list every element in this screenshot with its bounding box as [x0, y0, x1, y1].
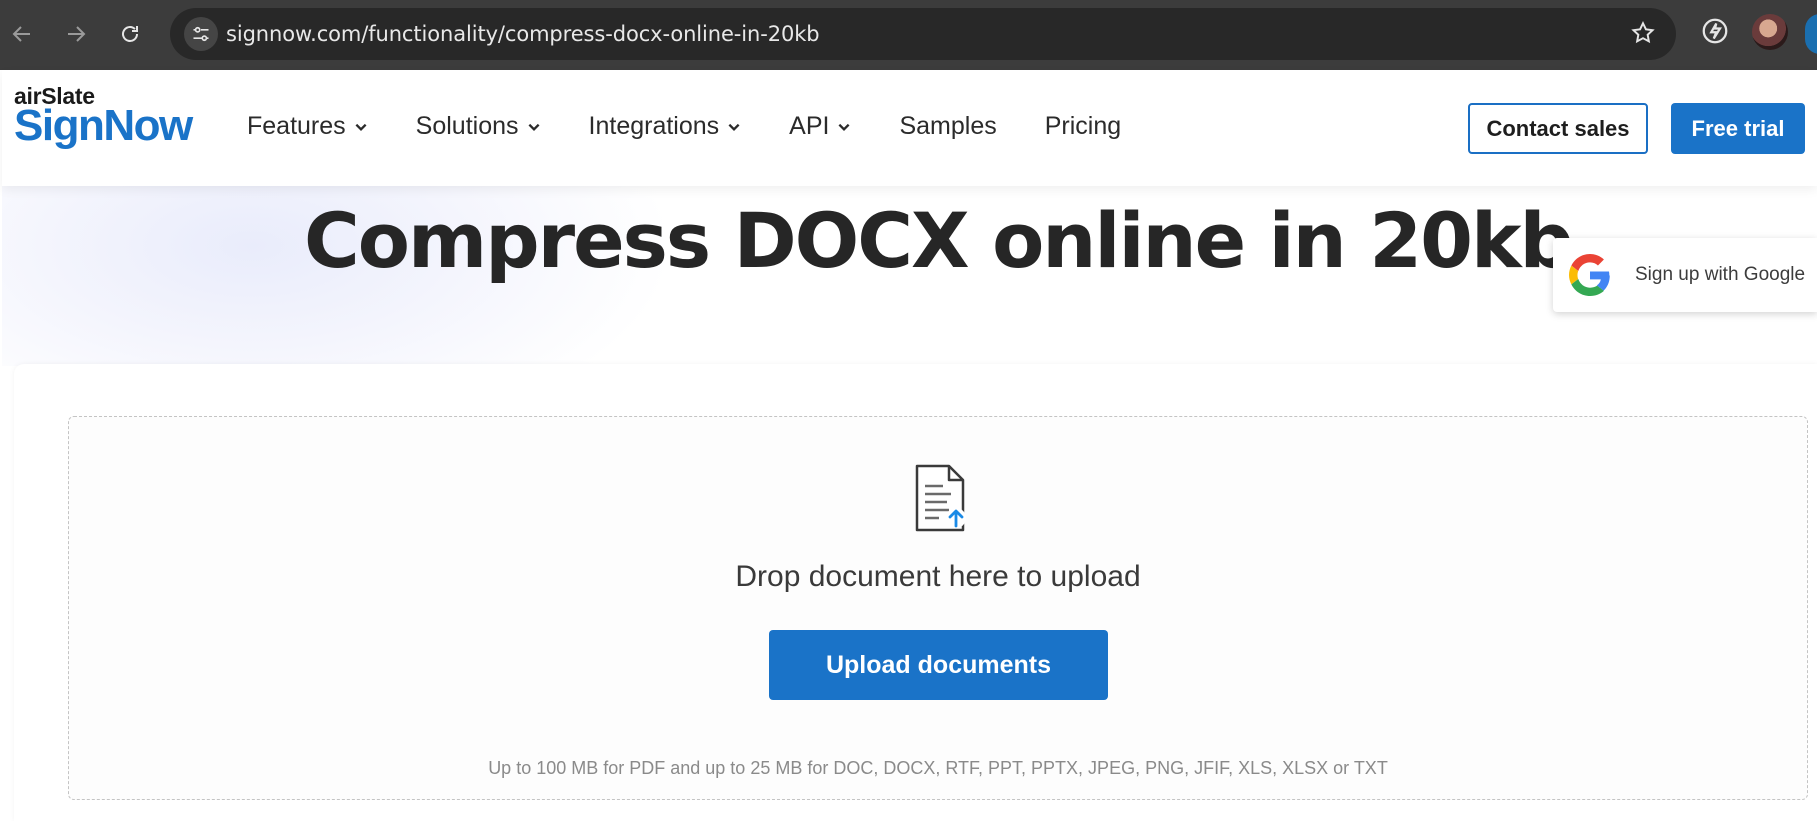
logo-main-text: SignNow	[14, 101, 193, 150]
nav-solutions[interactable]: Solutions	[416, 112, 541, 141]
reload-button[interactable]	[110, 14, 150, 54]
profile-avatar[interactable]	[1752, 14, 1788, 50]
page-title: Compress DOCX online in 20kb	[304, 196, 1574, 285]
site-header: airSlate SignNow Features Solutions Inte…	[2, 70, 1817, 186]
site-info-button[interactable]	[184, 17, 218, 51]
nav-samples[interactable]: Samples	[899, 112, 996, 141]
chevron-down-icon	[528, 123, 540, 131]
forward-button[interactable]	[56, 14, 96, 54]
arrow-left-icon	[12, 26, 30, 42]
reload-icon	[122, 26, 138, 42]
bookmark-button[interactable]	[1630, 20, 1656, 51]
star-icon	[1631, 21, 1655, 44]
nav-pricing[interactable]: Pricing	[1045, 112, 1121, 141]
free-trial-button[interactable]: Free trial	[1671, 103, 1805, 154]
extension-button[interactable]	[1700, 16, 1730, 51]
google-signup-text: Sign up with Google	[1635, 264, 1806, 285]
main-nav: Features Solutions Integrations API Samp…	[247, 112, 1169, 141]
nav-samples-label: Samples	[899, 112, 997, 140]
nav-api-label: API	[789, 112, 830, 140]
side-panel-button[interactable]	[1805, 14, 1817, 54]
nav-pricing-label: Pricing	[1044, 112, 1122, 140]
document-upload-icon	[915, 464, 966, 532]
url-text[interactable]: signnow.com/functionality/compress-docx-…	[226, 22, 820, 46]
chevron-down-icon	[728, 123, 740, 131]
chevron-down-icon	[838, 123, 850, 131]
address-bar[interactable]: signnow.com/functionality/compress-docx-…	[170, 8, 1676, 60]
nav-api[interactable]: API	[789, 112, 851, 141]
upload-documents-button[interactable]: Upload documents	[769, 630, 1108, 700]
browser-toolbar: signnow.com/functionality/compress-docx-…	[0, 0, 1817, 70]
extension-bolt-icon	[1702, 18, 1728, 44]
google-icon	[1569, 254, 1610, 296]
tune-icon	[193, 26, 209, 42]
drop-instructions: Drop document here to upload	[735, 560, 1141, 593]
nav-features-label: Features	[247, 112, 346, 140]
nav-features[interactable]: Features	[247, 112, 368, 141]
nav-integrations[interactable]: Integrations	[589, 112, 742, 141]
file-limits-text: Up to 100 MB for PDF and up to 25 MB for…	[488, 758, 1388, 778]
google-signup-popup[interactable]: Sign up with Google	[1553, 238, 1817, 312]
contact-sales-button[interactable]: Contact sales	[1468, 103, 1648, 154]
signnow-logo[interactable]: airSlate SignNow	[14, 84, 193, 150]
arrow-right-icon	[68, 26, 86, 42]
nav-integrations-label: Integrations	[588, 112, 720, 140]
nav-solutions-label: Solutions	[415, 112, 519, 140]
back-button[interactable]	[2, 14, 42, 54]
chevron-down-icon	[355, 123, 367, 131]
